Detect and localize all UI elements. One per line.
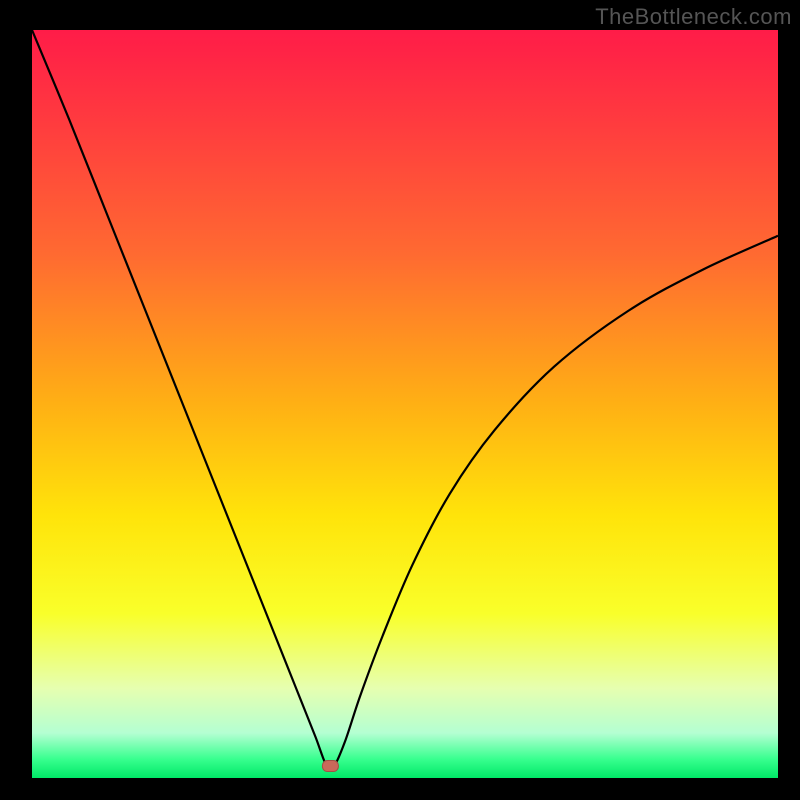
- optimum-marker: [322, 761, 338, 772]
- bottleneck-chart: TheBottleneck.com: [0, 0, 800, 800]
- chart-svg: [0, 0, 800, 800]
- watermark-text: TheBottleneck.com: [595, 4, 792, 30]
- plot-background: [32, 30, 778, 778]
